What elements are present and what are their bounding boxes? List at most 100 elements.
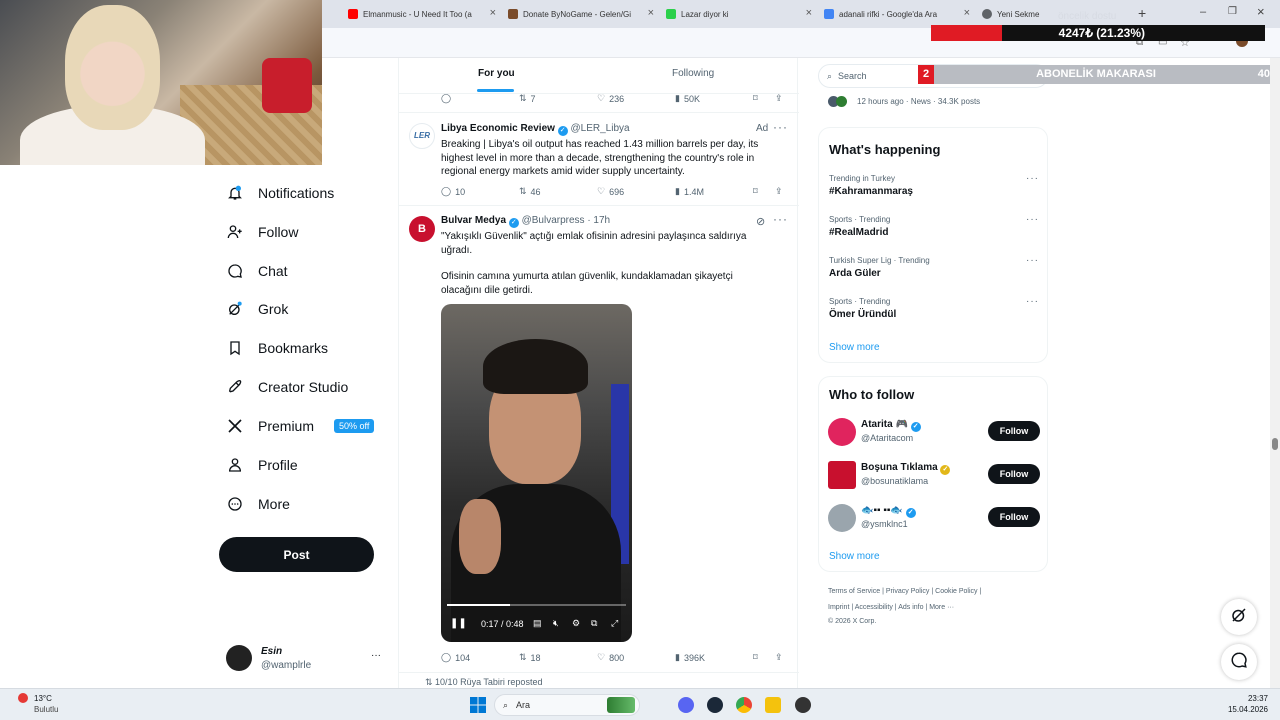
clock-time[interactable]: 23:37 [1218, 694, 1268, 703]
discord-icon[interactable] [678, 697, 694, 713]
show-more-link[interactable]: Show more [829, 342, 880, 353]
footer-link-cookies[interactable]: Cookie Policy [935, 588, 977, 595]
follow-button[interactable]: Follow [988, 507, 1040, 527]
windows-start-icon[interactable] [470, 697, 486, 713]
divider [399, 112, 799, 113]
like-button[interactable]: ♡ 696 [597, 186, 624, 197]
reply-button[interactable]: ◯ [441, 93, 455, 104]
footer-link-privacy[interactable]: Privacy Policy [886, 588, 930, 595]
repost-button[interactable]: ⇅ 18 [519, 652, 541, 663]
footer-link-accessibility[interactable]: Accessibility [855, 604, 893, 611]
show-more-link[interactable]: Show more [829, 551, 880, 562]
weather-desc[interactable]: Bulutlu [34, 705, 58, 714]
post-button[interactable]: Post [219, 537, 374, 572]
more-options-icon[interactable]: ··· [773, 120, 788, 134]
close-window-icon[interactable]: × [1257, 4, 1265, 19]
nav-notifications[interactable]: Notifications [226, 177, 334, 209]
share-button[interactable]: ⇪ [775, 93, 783, 104]
like-button[interactable]: ♡ 236 [597, 93, 624, 104]
repost-button[interactable]: ⇅ 7 [519, 93, 536, 104]
views-button[interactable]: ▮ 1.4M [675, 186, 704, 197]
taskbar: 13°C Bulutlu ⌕ Ara 23:37 15.04.2026 [0, 688, 1280, 720]
repost-button[interactable]: ⇅ 46 [519, 186, 541, 197]
nav-grok[interactable]: Grok [226, 293, 288, 325]
chrome-icon[interactable] [736, 697, 752, 713]
more-options-icon[interactable]: ··· [1026, 255, 1039, 266]
weather-temp[interactable]: 13°C [34, 694, 52, 703]
minimize-icon[interactable]: – [1200, 6, 1206, 18]
file-explorer-icon[interactable] [765, 697, 781, 713]
taskbar-search[interactable]: ⌕ Ara [494, 694, 640, 716]
views-button[interactable]: ▮ 396K [675, 652, 705, 663]
more-options-icon[interactable]: ··· [1026, 173, 1039, 184]
nav-follow[interactable]: Follow [226, 216, 298, 248]
footer-link-imprint[interactable]: Imprint [828, 604, 849, 611]
obs-icon[interactable] [795, 697, 811, 713]
fullscreen-icon[interactable]: ⤢ [611, 618, 618, 629]
messages-float-button[interactable] [1221, 644, 1257, 680]
nav-chat[interactable]: Chat [226, 255, 288, 287]
nav-premium[interactable]: Premium 50% off [226, 410, 375, 442]
repost-note-text[interactable]: 10/10 Rüya Tabiri reposted [435, 677, 542, 687]
like-button[interactable]: ♡ 800 [597, 652, 624, 663]
close-tab-icon[interactable]: × [964, 7, 970, 19]
account-switcher[interactable]: Esin @wamplrle ··· [226, 644, 386, 674]
avatar[interactable]: LER [409, 123, 435, 149]
bookmark-button[interactable]: ⌑ [753, 93, 758, 104]
maximize-icon[interactable]: ❐ [1228, 6, 1237, 17]
captions-icon[interactable]: ▤ [533, 618, 542, 629]
author-name[interactable]: Bulvar Medya [441, 215, 506, 226]
mute-icon[interactable]: 🔇︎ [553, 618, 559, 629]
close-tab-icon[interactable]: × [490, 7, 496, 19]
more-options-icon[interactable]: ··· [1026, 214, 1039, 225]
avatar [226, 645, 252, 671]
nav-profile[interactable]: Profile [226, 449, 298, 481]
pip-icon[interactable]: ⧉ [591, 618, 597, 629]
footer-link-more[interactable]: More ··· [929, 604, 954, 611]
bookmark-button[interactable]: ⌑ [753, 652, 758, 663]
browser-tab-1[interactable]: Elmanmusic - U Need It Too (a × [342, 4, 502, 24]
scrollbar-thumb[interactable] [1272, 438, 1278, 450]
nav-creator-studio[interactable]: Creator Studio [226, 371, 348, 403]
new-tab-icon[interactable]: + [1138, 5, 1146, 21]
reply-button[interactable]: ◯ 10 [441, 186, 465, 197]
search-icon: ⌕ [503, 699, 509, 710]
footer-link-terms[interactable]: Terms of Service [828, 588, 880, 595]
whats-happening-panel: What's happening Trending in Turkey #Kah… [818, 127, 1048, 363]
more-options-icon[interactable]: ··· [1026, 296, 1039, 307]
author-handle[interactable]: @LER_Libya [571, 123, 630, 134]
tab-for-you[interactable]: For you [478, 68, 515, 79]
more-options-icon[interactable]: ··· [773, 212, 788, 226]
bookmark-button[interactable]: ⌑ [753, 186, 758, 197]
footer-link-ads[interactable]: Ads info [898, 604, 923, 611]
clock-date[interactable]: 15.04.2026 [1208, 705, 1268, 714]
video-progress-bar[interactable] [447, 604, 626, 606]
tweet-time[interactable]: · 17h [587, 215, 610, 226]
close-tab-icon[interactable]: × [648, 7, 654, 19]
video-player[interactable]: ❚❚ 0:17 / 0:48 ▤ 🔇︎ ⚙ ⧉ ⤢ [441, 304, 632, 642]
nav-bookmarks[interactable]: Bookmarks [226, 332, 328, 364]
avatar[interactable]: B [409, 216, 435, 242]
author-handle[interactable]: @Bulvarpress [522, 215, 585, 226]
reply-button[interactable]: ◯ 104 [441, 652, 470, 663]
close-tab-icon[interactable]: × [806, 7, 812, 19]
account-more-icon[interactable]: ··· [371, 650, 381, 661]
follow-button[interactable]: Follow [988, 464, 1040, 484]
share-button[interactable]: ⇪ [775, 186, 783, 197]
steam-icon[interactable] [707, 697, 723, 713]
share-button[interactable]: ⇪ [775, 652, 783, 663]
views-button[interactable]: ▮ 50K [675, 93, 700, 104]
page-scrollbar[interactable] [1270, 58, 1280, 688]
follow-button[interactable]: Follow [988, 421, 1040, 441]
browser-tab-3[interactable]: Lazar diyor ki × [660, 4, 818, 24]
settings-icon[interactable]: ⚙ [572, 618, 580, 629]
author-name[interactable]: Libya Economic Review [441, 123, 555, 134]
browser-tab-2[interactable]: Donate ByNoGame - Gelen/Gi × [502, 4, 660, 24]
pause-icon[interactable]: ❚❚ [450, 618, 467, 629]
nav-more[interactable]: More [226, 488, 290, 520]
nav-label: Creator Studio [258, 379, 349, 395]
tab-following[interactable]: Following [672, 68, 714, 79]
grok-float-button[interactable] [1221, 599, 1257, 635]
grok-explain-icon[interactable]: ⊘ [756, 215, 765, 228]
browser-tab-4[interactable]: adanali rifki - Google'da Ara × [818, 4, 976, 24]
